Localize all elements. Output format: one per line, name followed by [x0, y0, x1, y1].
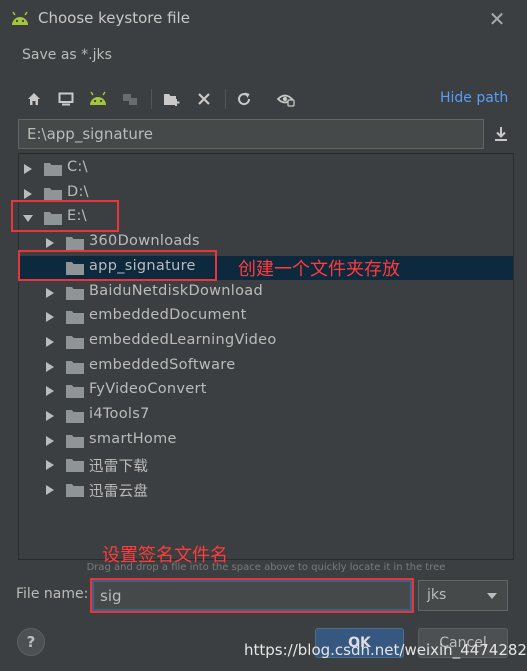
folder-icon: [66, 237, 84, 251]
help-button[interactable]: ?: [17, 628, 45, 656]
tree-item-label: BaiduNetdiskDownload: [89, 282, 263, 299]
extension-value: jks: [427, 587, 447, 603]
toolbar-separator: [151, 89, 152, 109]
title-bar: Choose keystore file ✕: [0, 0, 527, 38]
new-folder-icon[interactable]: [160, 87, 184, 111]
tree-item-label: i4Tools7: [89, 406, 150, 422]
drag-drop-hint: Drag and drop a file into the space abov…: [86, 562, 446, 573]
drive-folder-icon: [44, 163, 62, 176]
expand-arrow-right-icon[interactable]: [45, 336, 55, 348]
folder-icon: [66, 286, 84, 300]
file-name-label: File name:: [16, 586, 89, 602]
toolbar-separator: [225, 89, 226, 109]
home-icon[interactable]: [22, 87, 46, 111]
expand-arrow-right-icon[interactable]: [45, 361, 55, 373]
extension-select[interactable]: jks: [418, 580, 508, 611]
module-icon[interactable]: [118, 87, 142, 111]
path-input[interactable]: [18, 119, 484, 149]
android-icon: [12, 11, 28, 25]
tree-item[interactable]: C:\: [19, 157, 513, 181]
expand-arrow-right-icon[interactable]: [45, 385, 55, 397]
close-icon[interactable]: ✕: [486, 8, 508, 30]
tree-item-label: D:\: [67, 183, 89, 200]
desktop-icon[interactable]: [54, 87, 78, 111]
expand-arrow-right-icon[interactable]: [45, 484, 55, 496]
chevron-down-icon: [487, 593, 497, 599]
expand-arrow-right-icon[interactable]: [23, 188, 33, 200]
tree-item[interactable]: i4Tools7: [19, 404, 513, 428]
toolbar: Hide path: [18, 84, 518, 114]
tree-item[interactable]: BaiduNetdiskDownload: [19, 281, 513, 305]
hide-path-link[interactable]: Hide path: [440, 90, 508, 106]
folder-icon: [66, 459, 84, 473]
expand-arrow-right-icon[interactable]: [45, 410, 55, 422]
folder-icon: [66, 335, 84, 349]
folder-icon: [66, 360, 84, 374]
annotation-box-app-signature: [18, 250, 217, 281]
show-hidden-icon[interactable]: [274, 87, 298, 111]
folder-icon: [66, 484, 84, 498]
tree-item-label: smartHome: [89, 430, 177, 447]
expand-arrow-right-icon[interactable]: [45, 435, 55, 447]
annotation-box-file-name: [90, 578, 414, 613]
annotation-set-name: 设置签名文件名: [102, 545, 228, 566]
expand-arrow-right-icon[interactable]: [45, 311, 55, 323]
tree-item[interactable]: 迅雷云盘: [19, 478, 513, 502]
tree-item-label: 迅雷下载: [89, 459, 149, 476]
tree-item-label: 迅雷云盘: [89, 484, 149, 501]
tree-item-label: embeddedDocument: [89, 307, 247, 324]
tree-item-label: FyVideoConvert: [89, 381, 207, 398]
tree-item[interactable]: FyVideoConvert: [19, 379, 513, 403]
download-icon[interactable]: [488, 121, 514, 147]
annotation-create-folder: 创建一个文件夹存放: [238, 259, 400, 280]
dialog-subtitle: Save as *.jks: [22, 47, 112, 63]
folder-icon: [66, 434, 84, 448]
expand-arrow-right-icon[interactable]: [45, 237, 55, 249]
tree-item-label: embeddedLearningVideo: [89, 331, 277, 348]
tree-item[interactable]: embeddedLearningVideo: [19, 330, 513, 354]
refresh-icon[interactable]: [232, 87, 256, 111]
annotation-box-drive-e: [11, 200, 119, 232]
tree-item[interactable]: smartHome: [19, 429, 513, 453]
android-project-icon[interactable]: [86, 87, 110, 111]
tree-item[interactable]: embeddedSoftware: [19, 355, 513, 379]
folder-icon: [66, 311, 84, 325]
folder-icon: [66, 410, 84, 423]
tree-item-label: 360Downloads: [89, 233, 200, 250]
delete-icon[interactable]: [192, 87, 216, 111]
expand-arrow-right-icon[interactable]: [45, 459, 55, 471]
tree-item[interactable]: 迅雷下载: [19, 453, 513, 477]
expand-arrow-right-icon[interactable]: [45, 287, 55, 299]
drive-folder-icon: [44, 187, 62, 201]
tree-item-label: C:\: [67, 159, 88, 175]
tree-item[interactable]: embeddedDocument: [19, 305, 513, 329]
watermark: https://blog.csdn.net/weixin_44742824: [244, 641, 527, 659]
expand-arrow-right-icon[interactable]: [23, 163, 33, 175]
folder-icon: [66, 385, 84, 399]
tree-item-label: embeddedSoftware: [89, 356, 236, 373]
dialog-title: Choose keystore file: [38, 9, 190, 27]
